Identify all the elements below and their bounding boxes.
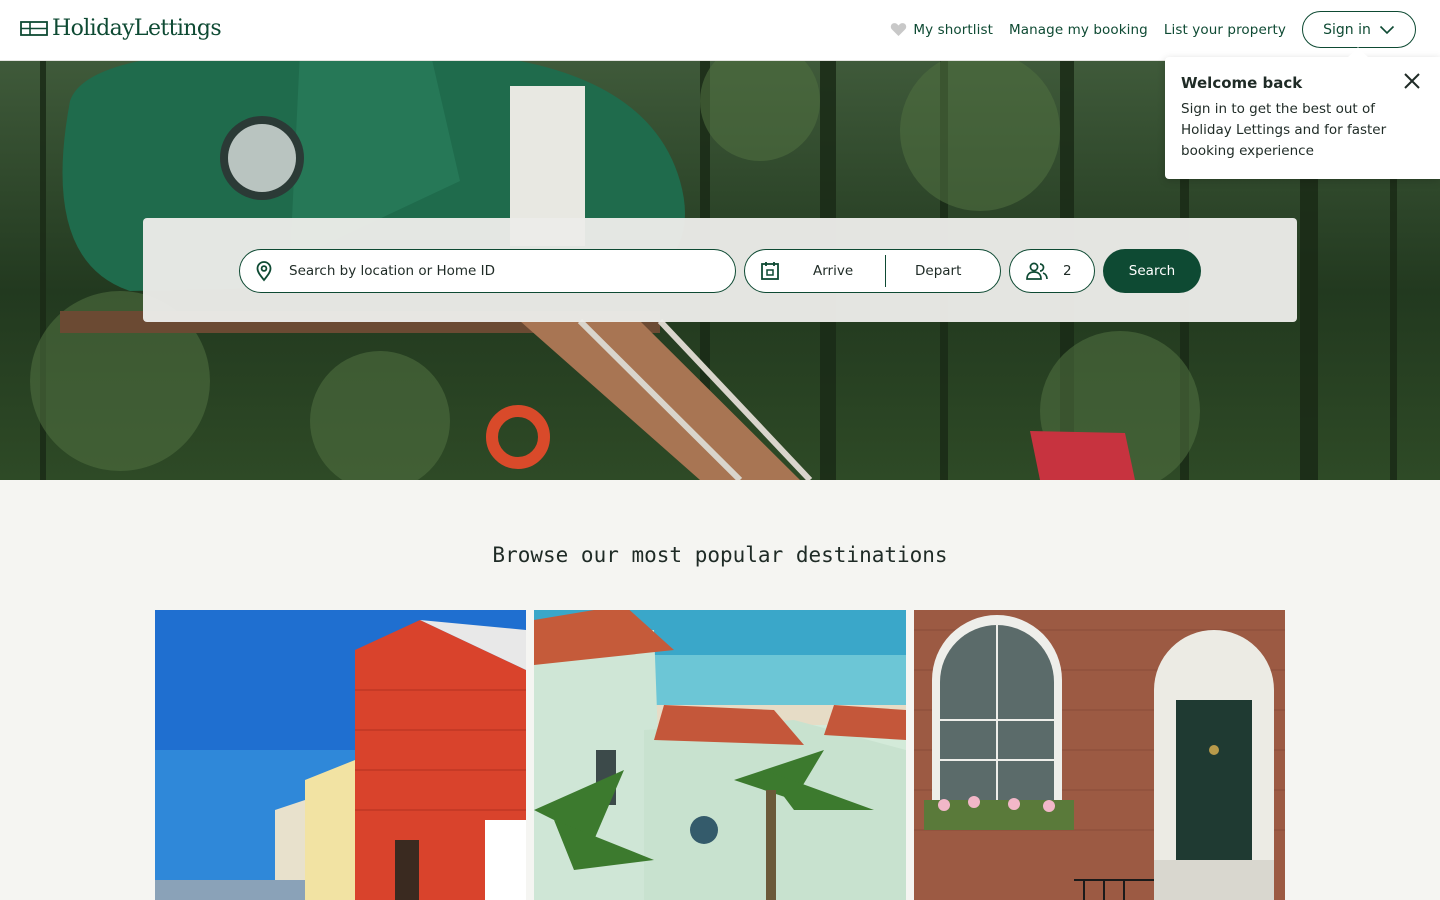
heart-icon: [891, 23, 907, 36]
browse-heading: Browse our most popular destinations: [492, 543, 948, 567]
welcome-back-popover: Welcome back Sign in to get the best out…: [1165, 47, 1440, 179]
destination-image: [155, 610, 526, 900]
chevron-down-icon: [1379, 25, 1394, 34]
destination-card[interactable]: [155, 610, 526, 900]
shortlist-label: My shortlist: [913, 21, 994, 38]
location-search-field[interactable]: Search by location or Home ID: [239, 249, 736, 293]
manage-booking-link[interactable]: Manage my booking: [1009, 22, 1148, 38]
sign-in-label: Sign in: [1323, 21, 1371, 38]
destination-image: [534, 610, 906, 900]
shortlist-link[interactable]: My shortlist: [890, 22, 993, 38]
destination-image: [914, 610, 1285, 900]
popover-title: Welcome back: [1181, 74, 1303, 92]
logo[interactable]: HolidayLettings: [20, 16, 222, 41]
guest-count: 2: [1063, 263, 1072, 279]
location-pin-icon: [256, 261, 272, 282]
sign-in-button[interactable]: Sign in: [1302, 11, 1416, 48]
date-divider: [885, 255, 886, 287]
guests-field[interactable]: 2: [1009, 249, 1095, 293]
depart-field[interactable]: Depart: [915, 263, 961, 279]
logo-text: HolidayLettings: [52, 16, 222, 41]
destination-card[interactable]: [914, 610, 1285, 900]
header: HolidayLettings My shortlist Manage my b…: [0, 0, 1440, 61]
calendar-icon: [761, 262, 779, 280]
popover-text: Sign in to get the best out of Holiday L…: [1181, 101, 1387, 159]
list-property-link[interactable]: List your property: [1164, 22, 1286, 38]
guests-icon: [1026, 262, 1048, 280]
date-range-field[interactable]: Arrive Depart: [744, 249, 1001, 293]
close-icon[interactable]: [1402, 71, 1422, 91]
search-button[interactable]: Search: [1103, 249, 1201, 293]
logo-icon: [20, 20, 48, 36]
location-placeholder: Search by location or Home ID: [289, 263, 496, 279]
destination-card[interactable]: [534, 610, 906, 900]
search-panel: Search by location or Home ID Arrive Dep…: [143, 218, 1297, 322]
top-nav: My shortlist Manage my booking List your…: [890, 11, 1416, 48]
arrive-field[interactable]: Arrive: [813, 263, 885, 279]
